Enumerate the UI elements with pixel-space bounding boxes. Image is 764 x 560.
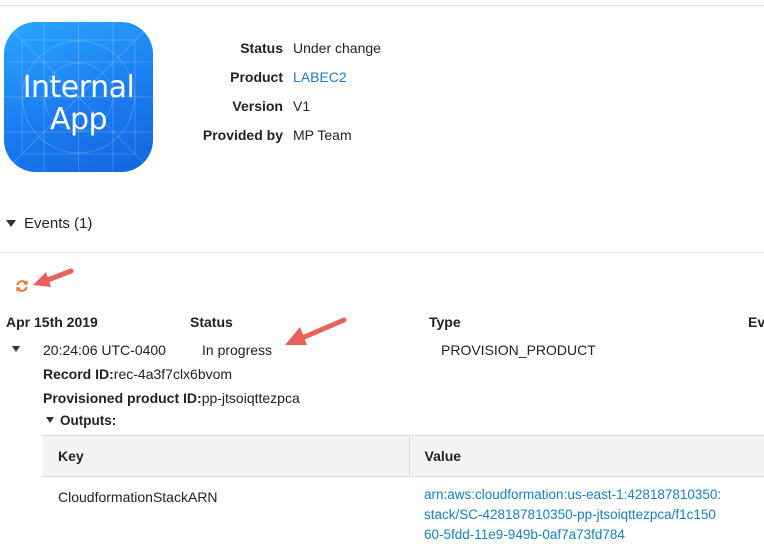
event-time: 20:24:06 UTC-0400 [43, 342, 166, 358]
event-type: PROVISION_PRODUCT [441, 342, 596, 358]
detail-product: Product LABEC2 [160, 69, 560, 89]
provisioned-product-id-label: Provisioned product ID: [43, 390, 202, 406]
detail-version-label: Version [232, 98, 283, 114]
outputs-table: Key Value CloudformationStackARN arn:aws… [43, 435, 764, 560]
column-header-status: Status [190, 314, 233, 330]
detail-status-value: Under change [293, 40, 381, 56]
refresh-icon[interactable] [15, 279, 29, 293]
app-icon: Internal App [4, 22, 153, 172]
detail-provided-by-value: MP Team [293, 127, 352, 143]
detail-product-link[interactable]: LABEC2 [293, 69, 347, 85]
detail-provided-by-label: Provided by [202, 127, 283, 143]
output-value-link[interactable]: arn:aws:cloudformation:us-east-1:4281878… [409, 476, 764, 560]
arrow-annotation [285, 317, 347, 345]
output-value-line: stack/SC-428187810350-pp-jtsoiqttezpca/f… [424, 507, 716, 522]
events-title: Events (1) [24, 215, 93, 232]
outputs-table-header-row: Key Value [43, 435, 764, 477]
caret-down-icon [6, 219, 16, 227]
detail-provided-by: Provided by MP Team [160, 127, 560, 147]
provisioned-product-id-value: pp-jtsoiqttezpca [201, 390, 300, 406]
output-value-line: arn:aws:cloudformation:us-east-1:4281878… [424, 487, 722, 502]
detail-status: Status Under change [160, 40, 560, 60]
outputs-toggle[interactable]: Outputs: [46, 413, 116, 428]
provisioned-product-id: Provisioned product ID:pp-jtsoiqttezpca [43, 390, 300, 406]
outputs-value-header: Value [408, 435, 764, 477]
detail-product-label: Product [230, 69, 283, 85]
column-header-type: Type [429, 314, 461, 330]
event-status: In progress [202, 342, 273, 358]
output-key: CloudformationStackARN [43, 476, 409, 560]
record-id-label: Record ID: [43, 366, 114, 382]
column-header-truncated: Ev [748, 314, 764, 330]
output-value-line: 60-5fdd-11e9-949b-0af7a73fd784 [424, 527, 625, 542]
record-id-value: rec-4a3f7clx6bvom [113, 366, 233, 382]
caret-down-icon[interactable] [12, 346, 20, 352]
arrow-annotation [33, 268, 74, 287]
outputs-key-header: Key [43, 435, 409, 477]
detail-version: Version V1 [160, 98, 560, 118]
column-header-date: Apr 15th 2019 [6, 314, 98, 330]
caret-down-icon [46, 417, 54, 424]
top-divider [0, 5, 764, 6]
app-icon-label-line2: App [49, 102, 108, 137]
record-id: Record ID:rec-4a3f7clx6bvom [43, 366, 232, 382]
app-icon-label-line1: Internal [22, 70, 135, 105]
outputs-label: Outputs: [60, 413, 117, 428]
events-section-toggle[interactable]: Events (1) [6, 215, 92, 235]
table-row: CloudformationStackARN arn:aws:cloudform… [43, 476, 764, 560]
events-divider [0, 252, 764, 253]
detail-version-value: V1 [293, 98, 311, 114]
detail-status-label: Status [240, 40, 283, 56]
